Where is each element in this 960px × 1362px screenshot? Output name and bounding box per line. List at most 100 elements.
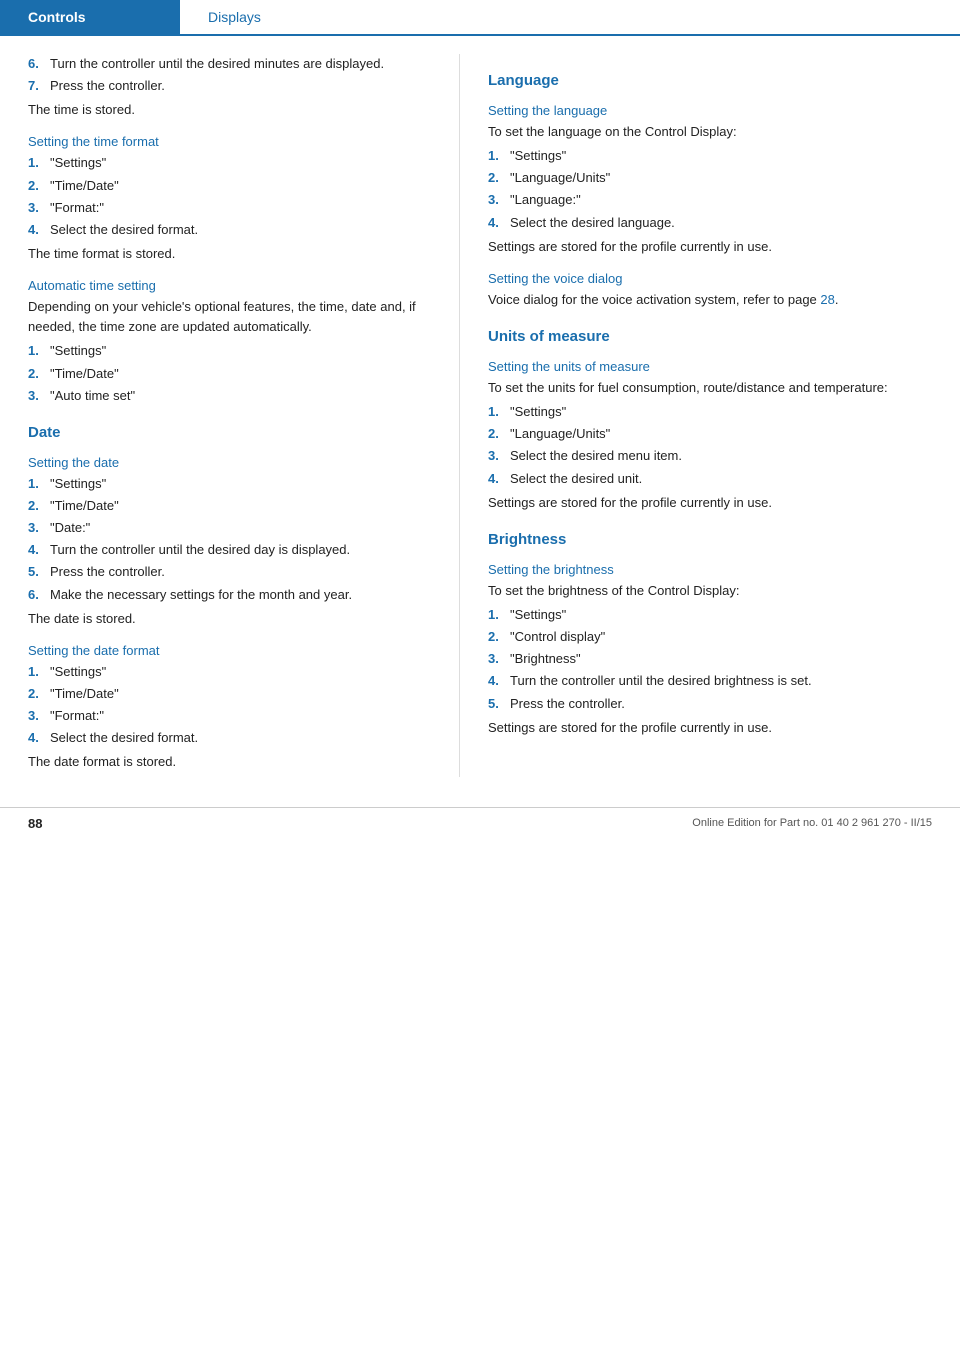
step-number: 4.: [488, 213, 510, 233]
step-text: "Language/Units": [510, 168, 936, 188]
list-item: 1. "Settings": [488, 402, 936, 422]
step-number: 2.: [488, 168, 510, 188]
step-text: "Settings": [50, 341, 435, 361]
setting-voice-subheading: Setting the voice dialog: [488, 271, 936, 286]
voice-desc-end: .: [835, 292, 839, 307]
language-section-heading: Language: [488, 72, 936, 89]
step-number: 1.: [488, 402, 510, 422]
voice-desc-text: Voice dialog for the voice activation sy…: [488, 292, 820, 307]
time-format-subheading: Setting the time format: [28, 134, 435, 149]
step-number: 6.: [28, 54, 50, 74]
setting-date-format-steps: 1. "Settings" 2. "Time/Date" 3. "Format:…: [28, 662, 435, 749]
list-item: 3. "Format:": [28, 198, 435, 218]
step-text: "Settings": [510, 146, 936, 166]
tab-displays[interactable]: Displays: [180, 0, 289, 34]
step-text: Select the desired unit.: [510, 469, 936, 489]
auto-time-steps: 1. "Settings" 2. "Time/Date" 3. "Auto ti…: [28, 341, 435, 405]
date-format-note: The date format is stored.: [28, 752, 435, 772]
step-number: 1.: [28, 662, 50, 682]
setting-language-steps: 1. "Settings" 2. "Language/Units" 3. "La…: [488, 146, 936, 233]
step-number: 1.: [488, 605, 510, 625]
units-note: Settings are stored for the profile curr…: [488, 493, 936, 513]
step-text: "Brightness": [510, 649, 936, 669]
list-item: 2. "Time/Date": [28, 364, 435, 384]
right-column: Language Setting the language To set the…: [460, 54, 960, 777]
step-text: Turn the controller until the desired da…: [50, 540, 435, 560]
step-number: 1.: [28, 341, 50, 361]
step-text: Press the controller.: [50, 562, 435, 582]
setting-units-desc: To set the units for fuel consumption, r…: [488, 378, 936, 398]
setting-brightness-subheading: Setting the brightness: [488, 562, 936, 577]
step-number: 2.: [28, 364, 50, 384]
step-number: 3.: [28, 706, 50, 726]
step-text: Press the controller.: [50, 76, 435, 96]
left-column: 6. Turn the controller until the desired…: [0, 54, 460, 777]
date-note: The date is stored.: [28, 609, 435, 629]
step-text: "Date:": [50, 518, 435, 538]
step-number: 2.: [28, 176, 50, 196]
step-number: 3.: [488, 649, 510, 669]
step-text: Turn the controller until the desired br…: [510, 671, 936, 691]
step-text: Select the desired format.: [50, 728, 435, 748]
step-text: "Time/Date": [50, 684, 435, 704]
language-note: Settings are stored for the profile curr…: [488, 237, 936, 257]
intro-note: The time is stored.: [28, 100, 435, 120]
step-text: "Settings": [510, 605, 936, 625]
list-item: 2. "Time/Date": [28, 684, 435, 704]
list-item: 4. Turn the controller until the desired…: [488, 671, 936, 691]
setting-voice-desc: Voice dialog for the voice activation sy…: [488, 290, 936, 310]
list-item: 6. Turn the controller until the desired…: [28, 54, 435, 74]
step-number: 5.: [28, 562, 50, 582]
footer-text: Online Edition for Part no. 01 40 2 961 …: [692, 817, 932, 829]
step-number: 1.: [28, 474, 50, 494]
step-number: 3.: [28, 386, 50, 406]
step-number: 2.: [488, 424, 510, 444]
step-text: "Language/Units": [510, 424, 936, 444]
auto-time-subheading: Automatic time setting: [28, 278, 435, 293]
step-text: Make the necessary settings for the mont…: [50, 585, 435, 605]
step-number: 2.: [28, 496, 50, 516]
step-text: Press the controller.: [510, 694, 936, 714]
list-item: 7. Press the controller.: [28, 76, 435, 96]
list-item: 3. "Format:": [28, 706, 435, 726]
step-number: 3.: [28, 198, 50, 218]
header: Controls Displays: [0, 0, 960, 36]
list-item: 2. "Control display": [488, 627, 936, 647]
step-text: "Settings": [510, 402, 936, 422]
date-section-heading: Date: [28, 424, 435, 441]
list-item: 2. "Time/Date": [28, 496, 435, 516]
step-number: 1.: [488, 146, 510, 166]
setting-date-subheading: Setting the date: [28, 455, 435, 470]
step-number: 4.: [488, 469, 510, 489]
step-number: 4.: [28, 540, 50, 560]
units-section-heading: Units of measure: [488, 328, 936, 345]
step-number: 6.: [28, 585, 50, 605]
step-number: 4.: [28, 728, 50, 748]
tab-controls[interactable]: Controls: [0, 0, 180, 34]
setting-date-format-subheading: Setting the date format: [28, 643, 435, 658]
list-item: 3. "Brightness": [488, 649, 936, 669]
step-text: "Control display": [510, 627, 936, 647]
step-number: 2.: [488, 627, 510, 647]
step-text: "Settings": [50, 153, 435, 173]
step-number: 1.: [28, 153, 50, 173]
step-text: "Settings": [50, 474, 435, 494]
list-item: 4. Select the desired format.: [28, 220, 435, 240]
list-item: 4. Select the desired format.: [28, 728, 435, 748]
time-format-note: The time format is stored.: [28, 244, 435, 264]
step-text: "Format:": [50, 198, 435, 218]
list-item: 2. "Language/Units": [488, 424, 936, 444]
intro-steps-list: 6. Turn the controller until the desired…: [28, 54, 435, 96]
page-number: 88: [28, 816, 42, 831]
list-item: 3. "Language:": [488, 190, 936, 210]
time-format-steps: 1. "Settings" 2. "Time/Date" 3. "Format:…: [28, 153, 435, 240]
step-text: "Settings": [50, 662, 435, 682]
step-number: 5.: [488, 694, 510, 714]
step-number: 4.: [28, 220, 50, 240]
step-text: Select the desired format.: [50, 220, 435, 240]
list-item: 1. "Settings": [488, 146, 936, 166]
step-text: Select the desired menu item.: [510, 446, 936, 466]
step-number: 7.: [28, 76, 50, 96]
list-item: 1. "Settings": [28, 153, 435, 173]
voice-link[interactable]: 28: [820, 292, 834, 307]
